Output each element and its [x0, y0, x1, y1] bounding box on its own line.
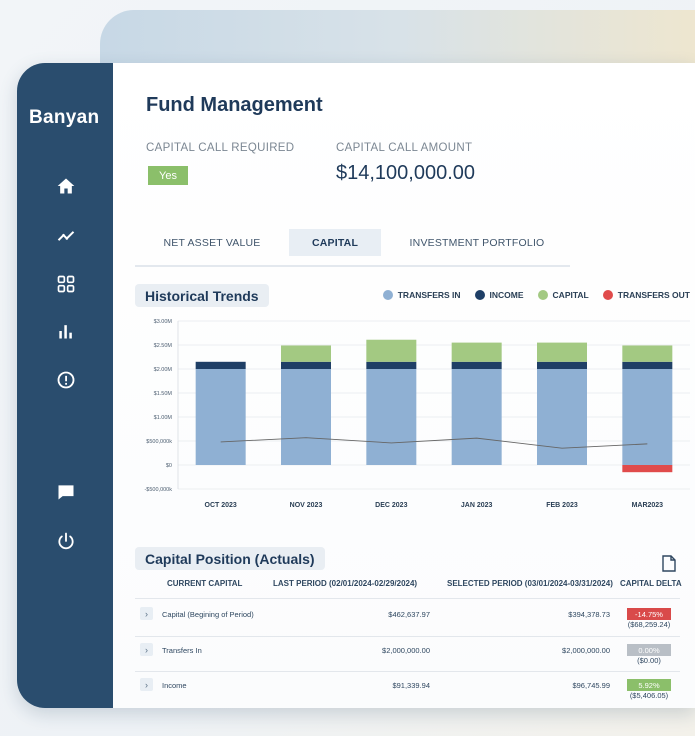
- grid-icon[interactable]: [55, 273, 77, 295]
- bar-income: [451, 361, 502, 369]
- bar-capital: [281, 345, 331, 362]
- capital-position-title: Capital Position (Actuals): [135, 547, 325, 570]
- bar-income: [195, 361, 246, 369]
- last-period-value: $91,339.94: [392, 681, 430, 690]
- bar-transfers-in: [451, 369, 502, 465]
- legend-swatch: [602, 290, 613, 300]
- row-label: Transfers In: [162, 646, 202, 655]
- bar-transfers-in: [366, 369, 417, 465]
- bar-transfers-in: [281, 369, 331, 465]
- x-tick-label: OCT 2023: [205, 502, 237, 509]
- delta-amount: ($0.00): [637, 656, 661, 665]
- bar-chart-icon[interactable]: [55, 320, 77, 342]
- x-tick-label: DEC 2023: [375, 502, 407, 509]
- legend-item-income: INCOME: [474, 290, 524, 300]
- bar-capital: [537, 342, 587, 362]
- power-icon[interactable]: [55, 530, 77, 552]
- expand-row-button[interactable]: ›: [140, 678, 153, 691]
- capital-call-required-label: CAPITAL CALL REQUIRED: [146, 142, 295, 154]
- historical-trends-title: Historical Trends: [135, 284, 269, 307]
- delta-percent-badge: -14.75%: [627, 608, 671, 620]
- selected-period-value: $2,000,000.00: [562, 646, 610, 655]
- y-tick-label: -$500,000k: [144, 487, 172, 493]
- chat-icon[interactable]: [55, 481, 77, 503]
- bar-transfers-in: [622, 369, 673, 465]
- home-icon[interactable]: [55, 175, 77, 197]
- table-row: › Transfers In $2,000,000.00 $2,000,000.…: [135, 641, 680, 669]
- legend-item-transfers-out: TRANSFERS OUT: [602, 290, 690, 300]
- delta-amount: ($5,406.05): [629, 691, 669, 700]
- tab-net-asset-value[interactable]: NET ASSET VALUE: [147, 229, 277, 256]
- bar-transfers-out: [622, 465, 673, 473]
- last-period-value: $2,000,000.00: [382, 646, 430, 655]
- column-header-last-period: LAST PERIOD (02/01/2024-02/29/2024): [273, 579, 418, 588]
- y-tick-label: $1.00M: [154, 415, 173, 421]
- legend-item-capital: CAPITAL: [537, 290, 589, 300]
- tab-investment-portfolio[interactable]: INVESTMENT PORTFOLIO: [397, 229, 557, 256]
- app-window: Banyan Fund Management CAPITAL CALL REQU…: [17, 63, 695, 708]
- row-label: Capital (Begining of Period): [162, 610, 254, 619]
- document-icon[interactable]: [662, 555, 676, 572]
- table-row: › Income $91,339.94 $96,745.99 5.92% ($5…: [135, 676, 680, 704]
- x-tick-label: FEB 2023: [546, 502, 578, 509]
- bar-income: [281, 361, 331, 369]
- legend-label: INCOME: [489, 290, 524, 300]
- bar-transfers-in: [195, 369, 246, 465]
- tab-capital[interactable]: CAPITAL: [289, 229, 381, 256]
- legend-swatch: [537, 290, 548, 300]
- table-divider: [135, 636, 680, 637]
- bar-income: [366, 361, 417, 369]
- x-tick-label: NOV 2023: [290, 502, 323, 509]
- capital-call-amount-value: $14,100,000.00: [336, 162, 476, 184]
- main-content: Fund Management CAPITAL CALL REQUIRED Ye…: [113, 63, 695, 708]
- delta-amount: ($68,259.24): [627, 620, 671, 629]
- last-period-value: $462,637.97: [388, 610, 430, 619]
- selected-period-value: $394,378.73: [568, 610, 610, 619]
- legend-label: CAPITAL: [552, 290, 589, 300]
- capital-call-amount-label: CAPITAL CALL AMOUNT: [336, 142, 473, 154]
- y-tick-label: $2.00M: [154, 367, 173, 373]
- page-title: Fund Management: [146, 94, 323, 116]
- chart-legend: TRANSFERS IN INCOME CAPITAL TRANSFERS OU…: [382, 290, 690, 300]
- y-tick-label: $2.50M: [154, 343, 173, 349]
- bar-capital: [451, 342, 502, 362]
- sidebar: Banyan: [17, 63, 113, 708]
- y-tick-label: $0: [166, 463, 172, 469]
- row-label: Income: [162, 681, 187, 690]
- column-header-selected-period: SELECTED PERIOD (03/01/2024-03/31/2024): [447, 579, 613, 588]
- y-tick-label: $1.50M: [154, 391, 173, 397]
- legend-label: TRANSFERS OUT: [617, 290, 690, 300]
- brand-logo: Banyan: [29, 107, 100, 128]
- x-tick-label: JAN 2023: [461, 502, 493, 509]
- bar-transfers-in: [537, 369, 587, 465]
- bar-income: [537, 361, 587, 369]
- table-divider: [135, 671, 680, 672]
- legend-swatch: [474, 290, 485, 300]
- y-tick-label: $3.00M: [154, 319, 173, 325]
- x-tick-label: MAR2023: [632, 502, 664, 509]
- alert-icon[interactable]: [55, 369, 77, 391]
- bar-capital: [622, 345, 673, 362]
- expand-row-button[interactable]: ›: [140, 607, 153, 620]
- table-row: › Capital (Begining of Period) $462,637.…: [135, 605, 680, 633]
- bar-capital: [366, 339, 417, 362]
- legend-item-transfers-in: TRANSFERS IN: [382, 290, 461, 300]
- legend-label: TRANSFERS IN: [397, 290, 461, 300]
- table-divider: [135, 598, 680, 599]
- column-header-current-capital: CURRENT CAPITAL: [167, 579, 243, 588]
- legend-swatch: [382, 290, 393, 300]
- delta-percent-badge: 0.00%: [627, 644, 671, 656]
- historical-trends-chart: $3.00M $2.50M $2.00M $1.50M $1.00M $500,000k $…: [144, 319, 690, 509]
- bar-income: [622, 361, 673, 369]
- selected-period-value: $96,745.99: [572, 681, 610, 690]
- y-tick-label: $500,000k: [146, 439, 172, 445]
- tab-bar: NET ASSET VALUE CAPITAL INVESTMENT PORTF…: [135, 229, 570, 267]
- trend-icon[interactable]: [55, 225, 77, 247]
- expand-row-button[interactable]: ›: [140, 643, 153, 656]
- column-header-capital-delta: CAPITAL DELTA: [620, 579, 682, 588]
- capital-call-required-badge: Yes: [148, 166, 188, 185]
- delta-percent-badge: 5.92%: [627, 679, 671, 691]
